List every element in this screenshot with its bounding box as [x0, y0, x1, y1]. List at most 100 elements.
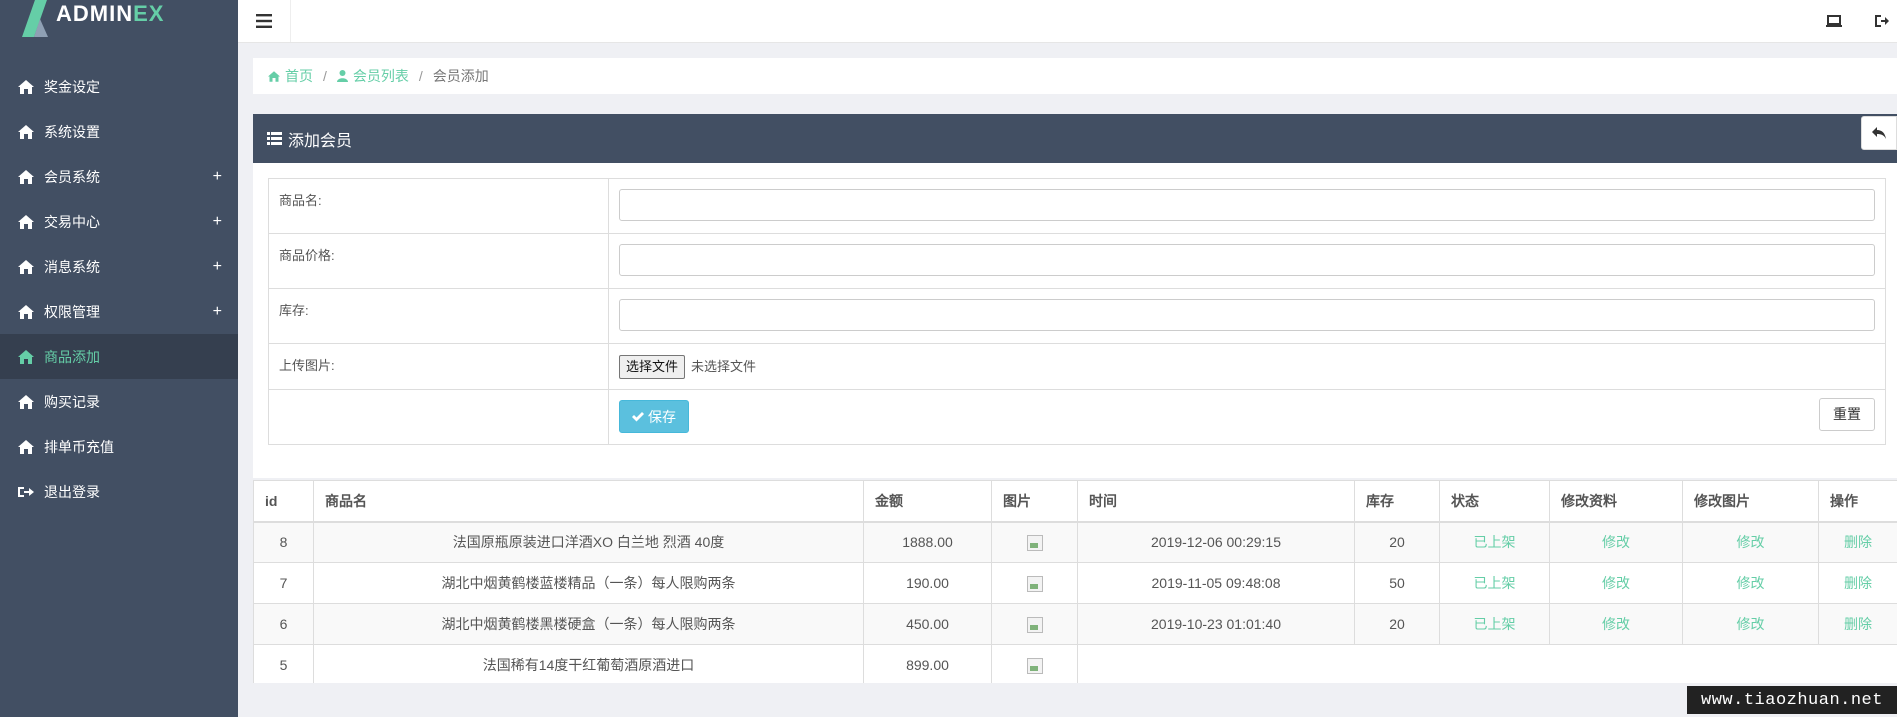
- product-image-icon: [1026, 534, 1043, 551]
- cell-image: [991, 521, 1078, 563]
- panel-body: 商品名: 商品价格: 库存: 上传图片: 选择文件 未选择文件 保存 重置: [253, 163, 1897, 478]
- status-link[interactable]: 已上架: [1439, 603, 1550, 645]
- sign-out-icon[interactable]: [1873, 12, 1891, 30]
- breadcrumb-separator: /: [418, 68, 423, 84]
- menu-toggle-button[interactable]: [238, 0, 291, 42]
- sidebar: ADMINEX 奖金设定 系统设置 会员系统 + 交易中心 + 消息系统 + 权…: [0, 0, 238, 717]
- delete-link[interactable]: 删除: [1818, 562, 1897, 604]
- cell-id: 7: [253, 562, 314, 604]
- column-header[interactable]: 图片: [991, 480, 1078, 523]
- table-row: 8 法国原瓶原装进口洋酒XO 白兰地 烈酒 40度 1888.00 2019-1…: [253, 521, 1897, 563]
- sidebar-item-bonus-settings[interactable]: 奖金设定: [0, 64, 238, 109]
- cell-name: 湖北中烟黄鹤楼黑楼硬盒（一条）每人限购两条: [313, 603, 864, 645]
- home-icon: [18, 124, 34, 139]
- logo-icon: [22, 0, 48, 37]
- home-icon: [18, 439, 34, 454]
- expand-icon: +: [212, 212, 222, 230]
- sidebar-item-add-product[interactable]: 商品添加: [0, 334, 238, 379]
- sidebar-item-message-system[interactable]: 消息系统 +: [0, 244, 238, 289]
- choose-file-button[interactable]: 选择文件: [619, 355, 686, 379]
- status-link[interactable]: 已上架: [1439, 562, 1550, 604]
- breadcrumb-member-list[interactable]: 会员列表: [336, 66, 409, 86]
- delete-link[interactable]: 删除: [1818, 603, 1897, 645]
- panel-title: 添加会员: [288, 132, 353, 150]
- edit-image-link[interactable]: 修改: [1682, 603, 1819, 645]
- sidebar-item-permissions[interactable]: 权限管理 +: [0, 289, 238, 334]
- sidebar-item-label: 交易中心: [44, 213, 100, 230]
- breadcrumb: 首页 / 会员列表 / 会员添加: [253, 58, 1897, 94]
- brand-logo[interactable]: ADMINEX: [0, 0, 238, 42]
- cell-id: 5: [253, 644, 314, 683]
- column-header[interactable]: 商品名: [313, 480, 864, 523]
- column-header[interactable]: 操作: [1818, 480, 1897, 523]
- cell-name: 法国原瓶原装进口洋酒XO 白兰地 烈酒 40度: [313, 521, 864, 563]
- sidebar-item-purchase-records[interactable]: 购买记录: [0, 379, 238, 424]
- save-button[interactable]: 保存: [619, 400, 689, 433]
- stock-label: 库存:: [268, 288, 609, 344]
- cell-id: 6: [253, 603, 314, 645]
- sidebar-item-label: 排单币充值: [44, 438, 114, 455]
- column-header[interactable]: 金额: [863, 480, 992, 523]
- status-link[interactable]: 已上架: [1439, 521, 1550, 563]
- sidebar-item-label: 购买记录: [44, 393, 100, 410]
- column-header[interactable]: 修改图片: [1682, 480, 1819, 523]
- sidebar-item-label: 奖金设定: [44, 78, 100, 95]
- hamburger-icon: [256, 14, 272, 28]
- cell-time: 2019-11-05 09:48:08: [1077, 562, 1355, 604]
- cell-stock: 20: [1354, 521, 1440, 563]
- table-row: 7 湖北中烟黄鹤楼蓝楼精品（一条）每人限购两条 190.00 2019-11-0…: [253, 562, 1897, 604]
- cell-stock: 20: [1354, 603, 1440, 645]
- empty-label-cell: [268, 389, 609, 445]
- column-header[interactable]: 状态: [1439, 480, 1550, 523]
- edit-image-link[interactable]: 修改: [1682, 562, 1819, 604]
- product-image-icon: [1026, 657, 1043, 674]
- cell-name: 湖北中烟黄鹤楼蓝楼精品（一条）每人限购两条: [313, 562, 864, 604]
- product-name-label: 商品名:: [268, 178, 609, 234]
- expand-icon: +: [212, 257, 222, 275]
- sidebar-item-label: 消息系统: [44, 258, 100, 275]
- reset-button[interactable]: 重置: [1819, 398, 1875, 431]
- product-price-input[interactable]: [619, 244, 1875, 276]
- cell-stock: 50: [1354, 562, 1440, 604]
- sidebar-item-label: 系统设置: [44, 123, 100, 140]
- delete-link[interactable]: 删除: [1818, 521, 1897, 563]
- edit-info-link[interactable]: 修改: [1549, 521, 1683, 563]
- upload-image-label: 上传图片:: [268, 343, 609, 390]
- breadcrumb-separator: /: [323, 68, 327, 84]
- sidebar-nav: 奖金设定 系统设置 会员系统 + 交易中心 + 消息系统 + 权限管理 + 商品…: [0, 64, 238, 514]
- back-button[interactable]: [1861, 116, 1897, 150]
- breadcrumb-home[interactable]: 首页: [268, 66, 313, 86]
- sidebar-item-coin-recharge[interactable]: 排单币充值: [0, 424, 238, 469]
- home-icon: [18, 304, 34, 319]
- sidebar-item-member-system[interactable]: 会员系统 +: [0, 154, 238, 199]
- sidebar-item-logout[interactable]: 退出登录: [0, 469, 238, 514]
- cell-image: [991, 562, 1078, 604]
- cell-image: [991, 603, 1078, 645]
- file-status-text: 未选择文件: [691, 359, 757, 374]
- cell-amount: 1888.00: [863, 521, 992, 563]
- panel-heading: 添加会员: [253, 114, 1897, 163]
- column-header[interactable]: id: [253, 480, 314, 523]
- edit-info-link[interactable]: 修改: [1549, 603, 1683, 645]
- sidebar-item-label: 会员系统: [44, 168, 100, 185]
- column-header[interactable]: 时间: [1077, 480, 1355, 523]
- edit-info-link[interactable]: 修改: [1549, 562, 1683, 604]
- edit-image-link[interactable]: 修改: [1682, 521, 1819, 563]
- reply-icon: [1872, 127, 1886, 139]
- sidebar-item-system-settings[interactable]: 系统设置: [0, 109, 238, 154]
- stock-input[interactable]: [619, 299, 1875, 331]
- product-price-label: 商品价格:: [268, 233, 609, 289]
- cell-amount: 899.00: [863, 644, 992, 683]
- sidebar-item-trade-center[interactable]: 交易中心 +: [0, 199, 238, 244]
- check-icon: [632, 411, 644, 421]
- column-header[interactable]: 修改资料: [1549, 480, 1683, 523]
- laptop-icon[interactable]: [1825, 12, 1843, 30]
- table-row: 5 法国稀有14度干红葡萄酒原酒进口 899.00: [253, 644, 1897, 683]
- product-name-input[interactable]: [619, 189, 1875, 221]
- cell-amount: 190.00: [863, 562, 992, 604]
- table-row: 6 湖北中烟黄鹤楼黑楼硬盒（一条）每人限购两条 450.00 2019-10-2…: [253, 603, 1897, 645]
- product-image-icon: [1026, 616, 1043, 633]
- column-header[interactable]: 库存: [1354, 480, 1440, 523]
- cell-amount: 450.00: [863, 603, 992, 645]
- sidebar-item-label: 权限管理: [44, 303, 100, 320]
